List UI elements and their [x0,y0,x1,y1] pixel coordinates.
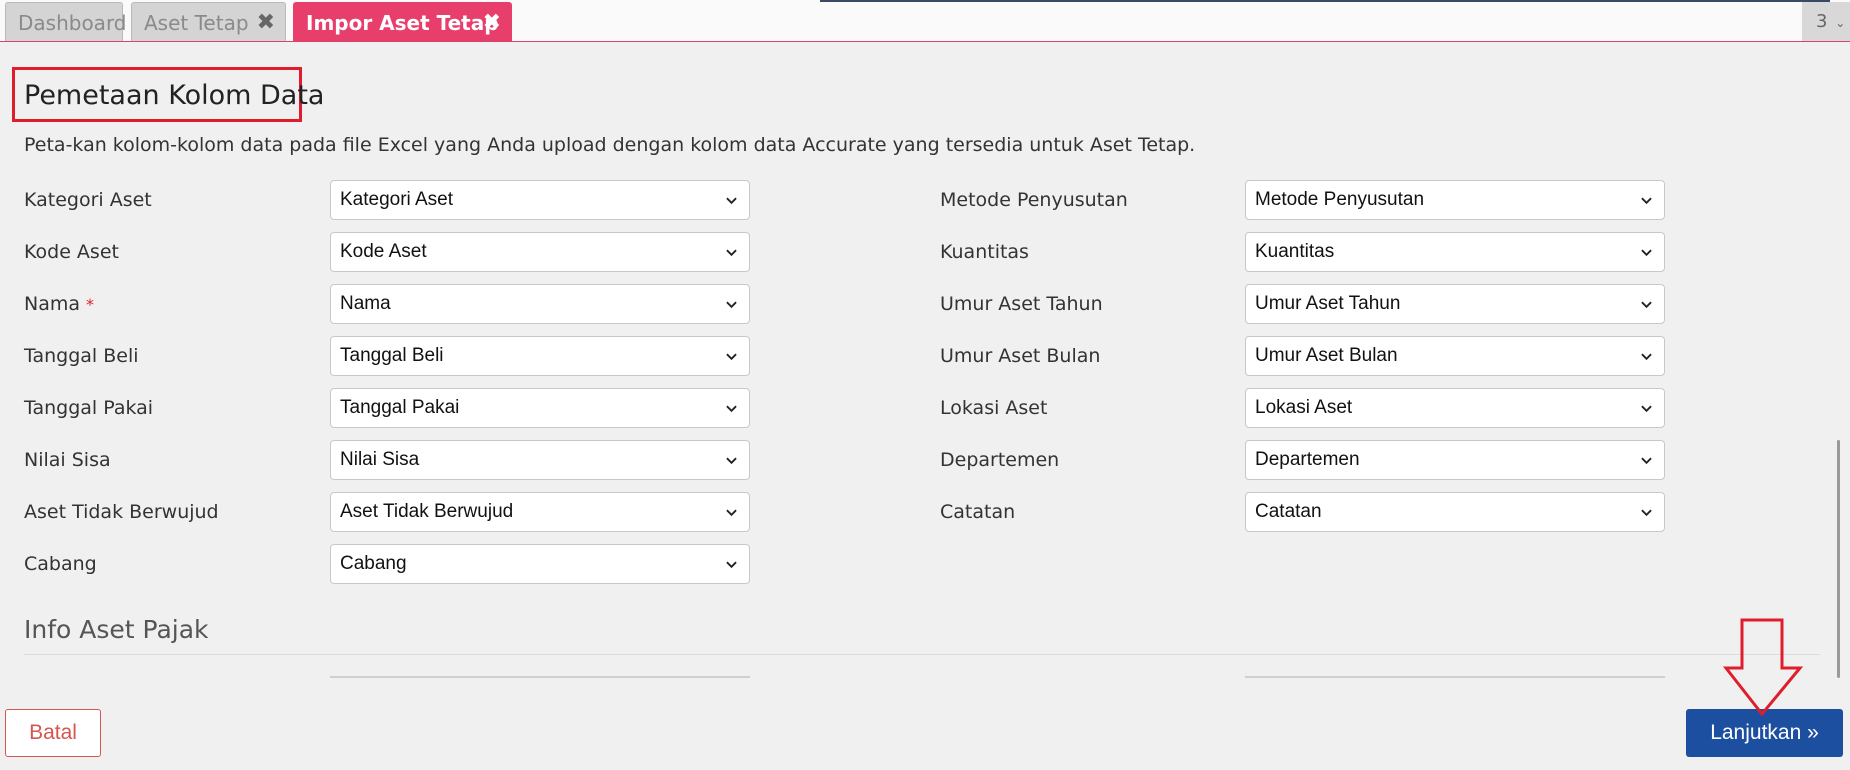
select-value: Umur Aset Bulan [1255,345,1398,366]
field-label-tanggal-beli: Tanggal Beli [24,345,139,367]
field-label-lokasi-aset: Lokasi Aset [940,397,1048,419]
scrollbar-thumb[interactable] [1837,440,1840,678]
select-tanggal-pakai[interactable]: Tanggal Pakai [330,388,750,428]
field-label-kuantitas: Kuantitas [940,241,1029,263]
field-label-nama: Nama * [24,284,94,325]
red-down-arrow [1722,618,1804,717]
chevron-down-icon [1641,457,1652,465]
tab-label: Aset Tetap [144,11,249,35]
select-value: Umur Aset Tahun [1255,293,1401,314]
select-value: Kode Aset [340,241,427,262]
tab-bar: Dashboard Aset Tetap ✖ Impor Aset Tetap … [0,0,1850,42]
select-value: Tanggal Pakai [340,397,460,418]
chevron-down-icon [726,249,737,257]
field-label-catatan: Catatan [940,501,1016,523]
chevron-down-icon [726,405,737,413]
select-value: Tanggal Beli [340,345,444,366]
select-value: Aset Tidak Berwujud [340,501,514,522]
select-kode-aset[interactable]: Kode Aset [330,232,750,272]
field-label-umur-aset-tahun: Umur Aset Tahun [940,293,1103,315]
select-umur-aset-bulan[interactable]: Umur Aset Bulan [1245,336,1665,376]
section-divider [24,654,1820,655]
chevron-down-icon [726,353,737,361]
select-value: Kuantitas [1255,241,1335,262]
chevron-down-icon [726,509,737,517]
tab-label: Dashboard [18,11,127,35]
field-label-departemen: Departemen [940,449,1060,471]
select-metode-penyusutan[interactable]: Metode Penyusutan [1245,180,1665,220]
select-nilai-sisa[interactable]: Nilai Sisa [330,440,750,480]
close-icon[interactable]: ✖ [483,3,501,43]
select-value: Kategori Aset [340,189,454,210]
cancel-button[interactable]: Batal [5,709,101,757]
select-umur-aset-tahun[interactable]: Umur Aset Tahun [1245,284,1665,324]
tab-impor-aset-tetap[interactable]: Impor Aset Tetap ✖ [293,2,512,41]
chevron-down-icon [1641,509,1652,517]
chevron-down-icon [1641,249,1652,257]
chevron-down-icon [1641,301,1652,309]
select-value: Catatan [1255,501,1322,522]
tab-label: Impor Aset Tetap [306,11,499,35]
field-label-kategori-aset: Kategori Aset [24,189,152,211]
select-value: Departemen [1255,449,1360,470]
select-partially-visible[interactable] [330,676,750,678]
select-cabang[interactable]: Cabang [330,544,750,584]
select-kategori-aset[interactable]: Kategori Aset [330,180,750,220]
page-description: Peta-kan kolom-kolom data pada file Exce… [24,134,1196,156]
select-value: Nama [340,293,391,314]
select-lokasi-aset[interactable]: Lokasi Aset [1245,388,1665,428]
footer-bar [0,684,1850,770]
select-value: Cabang [340,553,407,574]
page-title: Pemetaan Kolom Data [24,80,325,111]
field-label-kode-aset: Kode Aset [24,241,119,263]
section-title-info-aset-pajak: Info Aset Pajak [24,615,209,644]
required-marker: * [86,295,95,314]
window-top-strip [820,0,1830,2]
select-value: Metode Penyusutan [1255,189,1425,210]
select-aset-tidak-berwujud[interactable]: Aset Tidak Berwujud [330,492,750,532]
tab-dashboard[interactable]: Dashboard [5,2,127,41]
field-label-tanggal-pakai: Tanggal Pakai [24,397,154,419]
chevron-down-icon [726,301,737,309]
chevron-down-icon [726,197,737,205]
chevron-down-icon [1641,405,1652,413]
select-partially-visible[interactable] [1245,676,1665,678]
tab-aset-tetap[interactable]: Aset Tetap ✖ [131,2,286,41]
chevron-down-icon: ⌄ [1835,16,1846,30]
select-kuantitas[interactable]: Kuantitas [1245,232,1665,272]
field-label-text: Nama [24,293,81,315]
select-departemen[interactable]: Departemen [1245,440,1665,480]
select-nama[interactable]: Nama [330,284,750,324]
close-icon[interactable]: ✖ [257,3,275,43]
chevron-down-icon [726,561,737,569]
chevron-down-icon [1641,197,1652,205]
tab-count-button[interactable]: 3 ⌄ [1802,2,1850,41]
tab-count-value: 3 [1816,11,1828,32]
chevron-down-icon [726,457,737,465]
field-label-aset-tidak-berwujud: Aset Tidak Berwujud [24,501,219,523]
field-label-metode-penyusutan: Metode Penyusutan [940,189,1128,211]
field-label-umur-aset-bulan: Umur Aset Bulan [940,345,1101,367]
select-value: Lokasi Aset [1255,397,1353,418]
select-value: Nilai Sisa [340,449,420,470]
chevron-down-icon [1641,353,1652,361]
field-label-nilai-sisa: Nilai Sisa [24,449,111,471]
field-label-cabang: Cabang [24,553,97,575]
select-catatan[interactable]: Catatan [1245,492,1665,532]
select-tanggal-beli[interactable]: Tanggal Beli [330,336,750,376]
